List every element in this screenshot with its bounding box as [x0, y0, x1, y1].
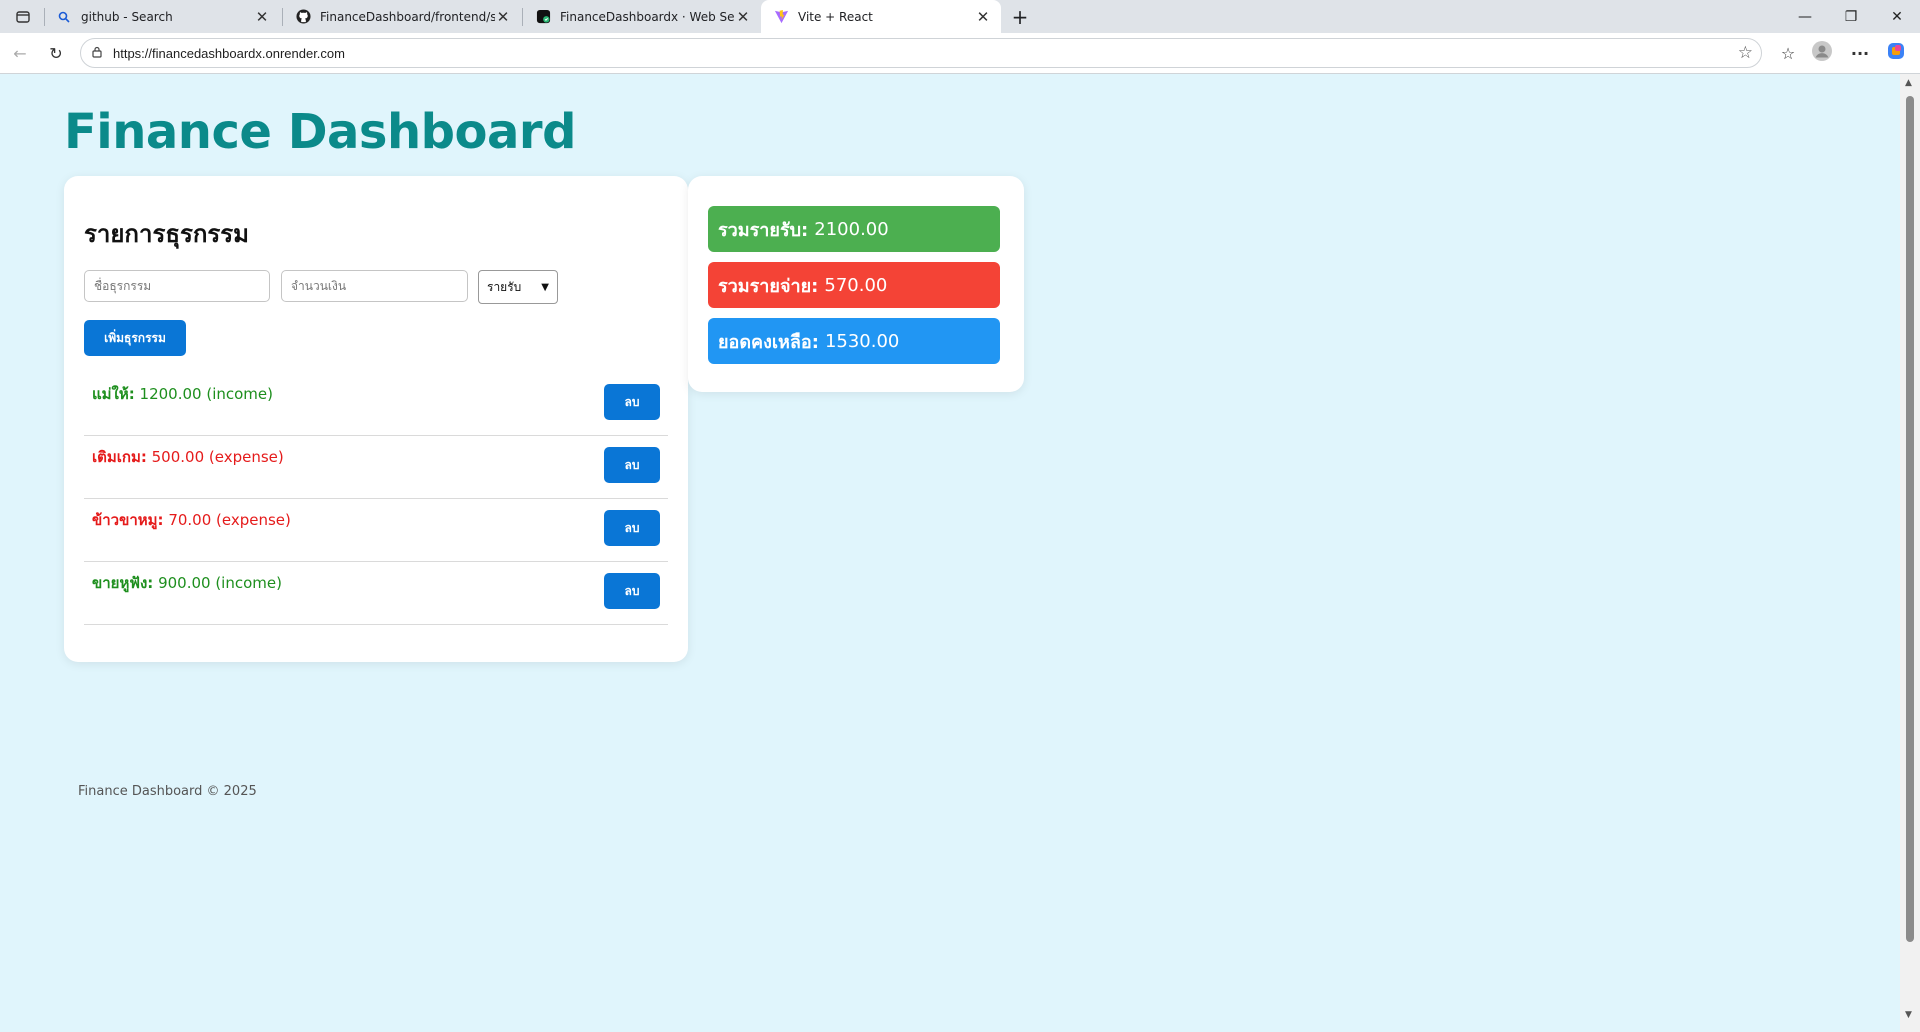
address-bar: ← ↻ https://financedashboardx.onrender.c… — [0, 33, 1920, 74]
plus-icon: + — [1011, 4, 1029, 29]
scroll-down-icon[interactable]: ▼ — [1905, 1010, 1912, 1020]
url-text: https://financedashboardx.onrender.com — [113, 45, 345, 61]
back-arrow-icon: ← — [13, 43, 27, 63]
vite-icon — [773, 9, 789, 25]
transaction-name: แม่ให้: — [92, 385, 135, 403]
transaction-name-input[interactable] — [84, 270, 270, 302]
balance-value: 1530.00 — [824, 330, 900, 352]
transaction-row: ขายหูฟัง: 900.00 (income) ลบ — [84, 561, 668, 625]
scroll-up-icon[interactable]: ▲ — [1905, 78, 1912, 88]
summary-card: รวมรายรับ: 2100.00 รวมรายจ่าย: 570.00 ยอดค… — [688, 176, 1024, 392]
tab-title: github - Search — [81, 9, 173, 24]
favorite-star-icon[interactable]: ☆ — [1738, 43, 1753, 63]
close-tab-icon[interactable]: ✕ — [254, 8, 270, 26]
new-tab-button[interactable]: + — [1004, 0, 1036, 33]
close-tab-icon[interactable]: ✕ — [975, 8, 991, 26]
transaction-row: เติมเกม: 500.00 (expense) ลบ — [84, 435, 668, 499]
tab-actions-button[interactable] — [4, 0, 40, 33]
minimize-icon: — — [1798, 8, 1812, 25]
tab-title: Vite + React — [798, 9, 873, 24]
copilot-button[interactable] — [1884, 41, 1908, 65]
menu-button[interactable]: ··· — [1848, 41, 1872, 65]
restore-icon: ❐ — [1844, 8, 1858, 25]
total-income-value: 2100.00 — [814, 218, 889, 240]
close-icon: ✕ — [1891, 8, 1903, 25]
restore-button[interactable]: ❐ — [1828, 0, 1874, 33]
transaction-text: ข้าวขาหมู: 70.00 (expense) — [92, 508, 291, 532]
transaction-name: ข้าวขาหมู: — [92, 511, 164, 529]
transaction-row: ข้าวขาหมู: 70.00 (expense) ลบ — [84, 498, 668, 562]
delete-button[interactable]: ลบ — [604, 510, 660, 546]
tab-github-search[interactable]: github - Search ✕ — [44, 0, 280, 33]
close-tab-icon[interactable]: ✕ — [735, 8, 751, 26]
amount-input[interactable] — [281, 270, 468, 302]
transaction-detail: 1200.00 (income) — [134, 385, 273, 403]
url-field[interactable]: https://financedashboardx.onrender.com ☆ — [80, 38, 1762, 68]
reload-button[interactable]: ↻ — [44, 41, 68, 65]
minimize-button[interactable]: — — [1782, 0, 1828, 33]
tab-actions-icon — [16, 9, 30, 25]
scrollbar-thumb[interactable] — [1906, 96, 1914, 942]
tab-render[interactable]: FinanceDashboardx · Web Servic ✕ — [523, 0, 761, 33]
favorites-button[interactable]: ☆ — [1776, 41, 1800, 65]
reload-icon: ↻ — [49, 43, 63, 63]
delete-button[interactable]: ลบ — [604, 447, 660, 483]
balance-label: ยอดคงเหลือ: — [718, 331, 819, 353]
transaction-detail: 500.00 (expense) — [146, 448, 284, 466]
type-select[interactable]: รายรับ ▼ — [478, 270, 558, 304]
close-tab-icon[interactable]: ✕ — [495, 8, 511, 26]
type-select-value: รายรับ — [487, 279, 522, 294]
transaction-detail: 900.00 (income) — [153, 574, 282, 592]
search-icon — [56, 9, 72, 25]
github-icon — [295, 9, 311, 25]
add-transaction-button[interactable]: เพิ่มธุรกรรม — [84, 320, 186, 356]
total-expense-box: รวมรายจ่าย: 570.00 — [708, 262, 1000, 308]
tab-title: FinanceDashboardx · Web Servic — [560, 9, 735, 24]
transactions-card: รายการธุรกรรม รายรับ ▼ เพิ่มธุรกรรม แม่ใ… — [64, 176, 688, 662]
tab-vite-react[interactable]: Vite + React ✕ — [761, 0, 1001, 33]
balance-box: ยอดคงเหลือ: 1530.00 — [708, 318, 1000, 364]
total-expense-label: รวมรายจ่าย: — [718, 275, 819, 297]
tab-bar: github - Search ✕ FinanceDashboard/front… — [0, 0, 1920, 33]
transaction-name: เติมเกม: — [92, 448, 147, 466]
total-income-box: รวมรายรับ: 2100.00 — [708, 206, 1000, 252]
transactions-heading: รายการธุรกรรม — [84, 220, 249, 248]
more-icon: ··· — [1850, 43, 1870, 63]
total-expense-value: 570.00 — [824, 274, 888, 296]
render-icon — [535, 9, 551, 25]
page-title: Finance Dashboard — [64, 104, 576, 160]
chevron-down-icon: ▼ — [541, 281, 549, 293]
profile-button[interactable] — [1810, 41, 1834, 65]
favorites-icon: ☆ — [1780, 43, 1796, 63]
transaction-row: แม่ให้: 1200.00 (income) ลบ — [84, 372, 668, 436]
transaction-text: แม่ให้: 1200.00 (income) — [92, 382, 273, 406]
back-button[interactable]: ← — [8, 41, 32, 65]
total-income-label: รวมรายรับ: — [718, 219, 809, 241]
transaction-detail: 70.00 (expense) — [163, 511, 291, 529]
avatar-icon — [1812, 41, 1832, 65]
transaction-text: เติมเกม: 500.00 (expense) — [92, 445, 284, 469]
lock-icon — [91, 46, 103, 61]
footer: Finance Dashboard © 2025 — [78, 784, 257, 799]
tab-github-repo[interactable]: FinanceDashboard/frontend/src a ✕ — [283, 0, 521, 33]
transaction-text: ขายหูฟัง: 900.00 (income) — [92, 571, 282, 595]
delete-button[interactable]: ลบ — [604, 384, 660, 420]
close-window-button[interactable]: ✕ — [1874, 0, 1920, 33]
scrollbar[interactable]: ▲ ▼ — [1900, 74, 1920, 1032]
transaction-name: ขายหูฟัง: — [92, 574, 154, 592]
tab-title: FinanceDashboard/frontend/src a — [320, 9, 495, 24]
delete-button[interactable]: ลบ — [604, 573, 660, 609]
copilot-icon — [1886, 41, 1906, 65]
